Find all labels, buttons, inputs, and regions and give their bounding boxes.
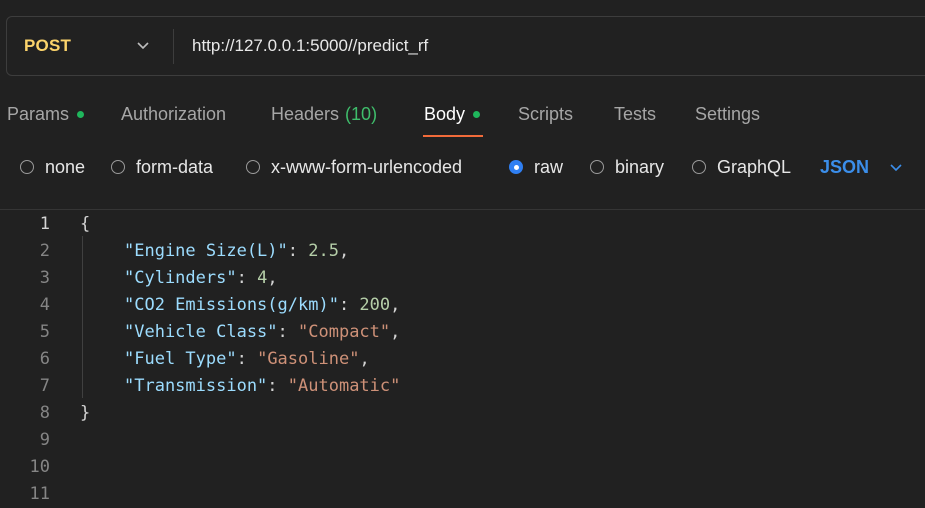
- tab-settings[interactable]: Settings: [695, 96, 760, 132]
- radio-icon[interactable]: [590, 160, 604, 174]
- json-key: "Transmission": [124, 375, 268, 396]
- radio-icon[interactable]: [111, 160, 125, 174]
- line-number: 7: [39, 375, 50, 396]
- option-label: x-www-form-urlencoded: [271, 156, 463, 177]
- radio-icon[interactable]: [20, 160, 34, 174]
- active-tab-indicator: [423, 135, 483, 137]
- body-type-options: none form-data x-www-form-urlencoded raw…: [0, 150, 925, 184]
- line-number: 5: [39, 321, 50, 342]
- tab-headers[interactable]: Headers (10): [271, 96, 377, 132]
- json-value: "Gasoline": [257, 348, 360, 369]
- code-editor[interactable]: 1 { 2 "Engine Size(L)": 2.5, 3 "Cylinder…: [0, 210, 925, 508]
- headers-count-badge: (10): [345, 103, 378, 124]
- body-type-none[interactable]: none: [20, 150, 85, 184]
- tab-label: Body: [424, 103, 466, 124]
- editor-line: 11: [0, 480, 925, 507]
- body-type-form-data[interactable]: form-data: [111, 150, 213, 184]
- editor-line: 6 "Fuel Type": "Gasoline",: [0, 345, 925, 372]
- tab-label: Settings: [695, 103, 761, 124]
- request-tabs: Params Authorization Headers (10) Body S…: [0, 96, 925, 136]
- chevron-down-icon[interactable]: [135, 37, 151, 53]
- json-key: "CO2 Emissions(g/km)": [124, 294, 339, 315]
- http-method-label: POST: [24, 36, 72, 55]
- editor-line: 8 }: [0, 399, 925, 426]
- editor-line: 10: [0, 453, 925, 480]
- radio-selected-icon[interactable]: [509, 160, 523, 174]
- tab-authorization[interactable]: Authorization: [121, 96, 226, 132]
- editor-line: 1 {: [0, 210, 925, 237]
- line-number: 11: [29, 483, 50, 504]
- tab-label: Headers: [271, 103, 340, 124]
- indent-guide: [82, 236, 83, 398]
- request-url-bar: POST http://127.0.0.1:5000//predict_rf: [6, 16, 925, 76]
- tab-scripts[interactable]: Scripts: [518, 96, 573, 132]
- option-label: GraphQL: [717, 156, 792, 177]
- option-label: raw: [534, 156, 564, 177]
- tab-label: Scripts: [518, 103, 574, 124]
- editor-line: 9: [0, 426, 925, 453]
- chevron-down-icon[interactable]: [888, 159, 904, 175]
- radio-icon[interactable]: [692, 160, 706, 174]
- status-dot-icon: [77, 110, 85, 118]
- body-type-raw[interactable]: raw: [509, 150, 563, 184]
- line-number: 2: [39, 240, 50, 261]
- url-divider: [173, 29, 174, 64]
- option-label: form-data: [136, 156, 214, 177]
- url-value: http://127.0.0.1:5000//predict_rf: [192, 36, 429, 55]
- status-dot-icon: [473, 110, 481, 118]
- body-type-binary[interactable]: binary: [590, 150, 664, 184]
- tab-tests[interactable]: Tests: [614, 96, 656, 132]
- editor-line: 2 "Engine Size(L)": 2.5,: [0, 237, 925, 264]
- line-number: 10: [29, 456, 50, 477]
- editor-line: 3 "Cylinders": 4,: [0, 264, 925, 291]
- json-close-brace: }: [80, 402, 91, 423]
- json-value: "Compact": [298, 321, 391, 342]
- body-type-graphql[interactable]: GraphQL: [692, 150, 791, 184]
- line-number: 8: [39, 402, 50, 423]
- line-number: 1: [39, 213, 50, 234]
- line-number: 9: [39, 429, 50, 450]
- format-label: JSON: [820, 156, 870, 177]
- json-value: 200: [359, 294, 391, 315]
- json-key: "Fuel Type": [124, 348, 237, 369]
- editor-line: 5 "Vehicle Class": "Compact",: [0, 318, 925, 345]
- json-value: "Automatic": [287, 375, 401, 396]
- json-key: "Engine Size(L)": [124, 240, 288, 261]
- http-method-select[interactable]: POST: [24, 17, 71, 75]
- json-key: "Cylinders": [124, 267, 237, 288]
- radio-icon[interactable]: [246, 160, 260, 174]
- option-label: none: [45, 156, 86, 177]
- tab-label: Tests: [614, 103, 657, 124]
- editor-line: 7 "Transmission": "Automatic": [0, 372, 925, 399]
- editor-line: 4 "CO2 Emissions(g/km)": 200,: [0, 291, 925, 318]
- url-input[interactable]: http://127.0.0.1:5000//predict_rf: [192, 17, 428, 75]
- tab-body[interactable]: Body: [424, 96, 481, 132]
- line-number: 3: [39, 267, 50, 288]
- tab-params[interactable]: Params: [7, 96, 85, 132]
- tab-label: Authorization: [121, 103, 227, 124]
- body-format-select[interactable]: JSON: [820, 150, 869, 184]
- tab-label: Params: [7, 103, 70, 124]
- line-number: 6: [39, 348, 50, 369]
- json-open-brace: {: [80, 213, 91, 234]
- option-label: binary: [615, 156, 665, 177]
- json-value: 2.5: [308, 240, 339, 261]
- json-key: "Vehicle Class": [124, 321, 278, 342]
- body-type-x-www-form-urlencoded[interactable]: x-www-form-urlencoded: [246, 150, 462, 184]
- json-value: 4: [257, 267, 268, 288]
- line-number: 4: [39, 294, 50, 315]
